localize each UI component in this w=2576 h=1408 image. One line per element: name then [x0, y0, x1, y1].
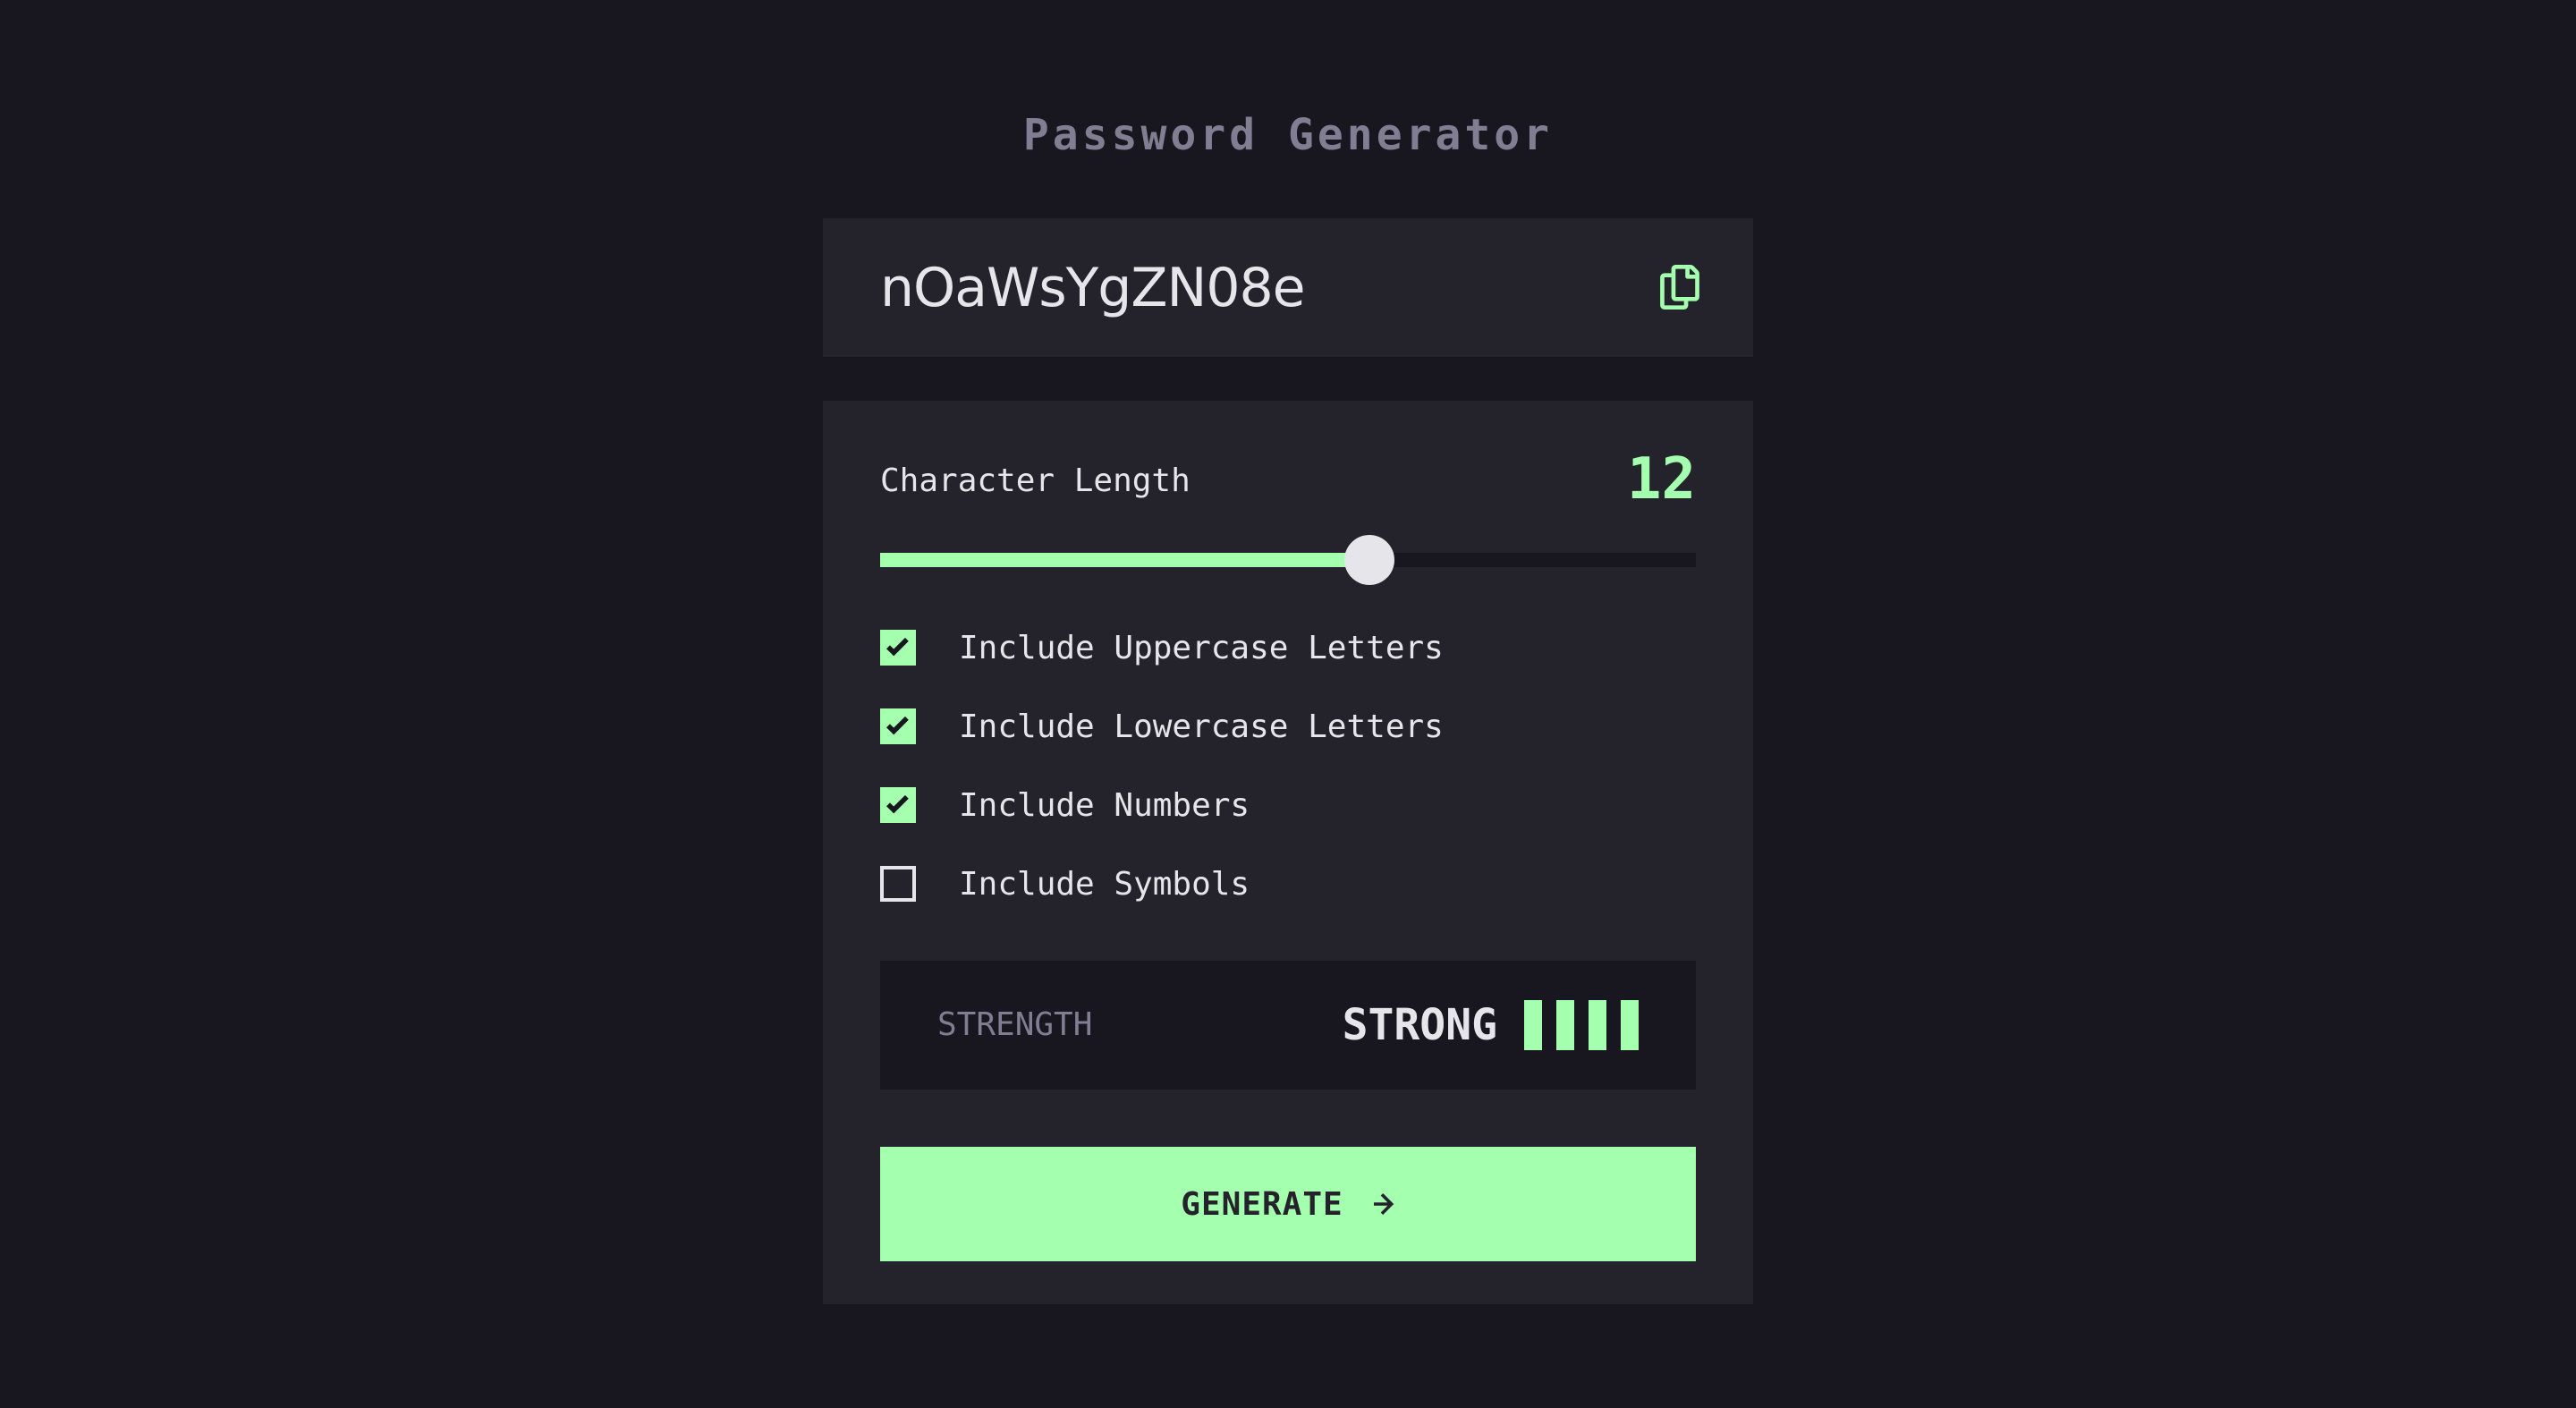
strength-bar	[1556, 1000, 1574, 1050]
slider-thumb[interactable]	[1344, 535, 1395, 585]
option-numbers[interactable]: Include Numbers	[880, 778, 1250, 832]
option-symbols[interactable]: Include Symbols	[880, 857, 1250, 911]
strength-bar	[1524, 1000, 1542, 1050]
option-label: Include Lowercase Letters	[959, 708, 1444, 745]
numbers-checkbox[interactable]	[880, 787, 916, 823]
arrow-right-icon	[1373, 1193, 1395, 1215]
character-length-label: Character Length	[880, 462, 1191, 499]
strength-bars	[1510, 1000, 1639, 1050]
generate-button[interactable]: GENERATE	[880, 1147, 1696, 1261]
strength-label: STRENGTH	[937, 1006, 1093, 1043]
checkmark-icon	[886, 717, 909, 735]
symbols-checkbox[interactable]	[880, 866, 916, 902]
option-label: Include Numbers	[959, 786, 1250, 824]
lowercase-checkbox[interactable]	[880, 708, 916, 744]
checkmark-icon	[886, 795, 909, 814]
strength-bar	[1621, 1000, 1639, 1050]
copy-icon	[1660, 265, 1699, 310]
uppercase-checkbox[interactable]	[880, 630, 916, 666]
strength-meter: STRENGTH STRONG	[880, 961, 1696, 1090]
password-display: nOaWsYgZN08e	[823, 218, 1753, 357]
page-title: Password Generator	[1022, 110, 1554, 160]
copy-button[interactable]	[1653, 259, 1707, 315]
strength-level: STRONG	[1342, 1000, 1497, 1050]
option-label: Include Symbols	[959, 865, 1250, 903]
settings-panel: Character Length 12 Include Uppercase Le…	[823, 401, 1753, 1304]
length-slider[interactable]	[880, 535, 1696, 585]
option-uppercase[interactable]: Include Uppercase Letters	[880, 621, 1444, 674]
strength-bar	[1589, 1000, 1606, 1050]
option-label: Include Uppercase Letters	[959, 629, 1444, 666]
generate-label: GENERATE	[1181, 1185, 1343, 1223]
option-lowercase[interactable]: Include Lowercase Letters	[880, 700, 1444, 753]
character-length-value: 12	[1626, 446, 1696, 513]
slider-fill	[880, 553, 1370, 567]
checkmark-icon	[886, 638, 909, 657]
password-value[interactable]: nOaWsYgZN08e	[880, 252, 1306, 324]
